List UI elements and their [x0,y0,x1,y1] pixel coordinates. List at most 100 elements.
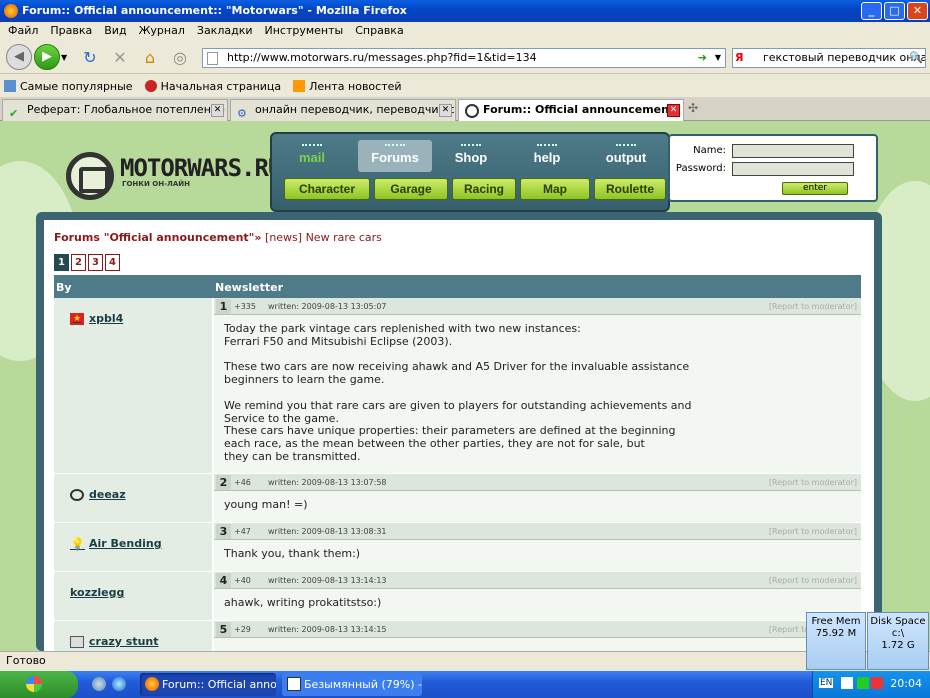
site-header: MOTORWARS.RU ГОНКИ ОН-ЛАЙН mail Forums S… [40,130,882,214]
translator-icon: ⚙ [237,107,247,120]
report-link[interactable]: [Report to moderator] [769,478,857,487]
tab-close-icon[interactable]: ✕ [667,104,680,117]
nav-roulette-button[interactable]: Roulette [594,178,666,200]
page-2[interactable]: 2 [71,254,86,271]
menu-bookmarks[interactable]: Закладки [191,22,259,40]
post-author[interactable]: crazy stunt [70,635,159,648]
quicklaunch-desktop-icon[interactable] [92,677,106,691]
nav-racing-button[interactable]: Racing [452,178,516,200]
taskbar-firefox[interactable]: Forum:: Official anno... [140,673,276,696]
star-icon: ★ [70,312,84,325]
password-input[interactable] [732,162,854,176]
taskbar-item-label: Безымянный (79%) -... [304,678,422,691]
post-text: Today the park vintage cars replenished … [224,322,692,463]
menu-history[interactable]: Журнал [133,22,191,40]
reload-icon[interactable]: ↻ [80,48,100,68]
maximize-button[interactable]: □ [884,2,905,20]
report-link[interactable]: [Report to moderator] [769,302,857,311]
search-icon[interactable]: 🔍 [909,49,923,67]
new-tab-icon[interactable]: ✣ [688,101,698,115]
clock[interactable]: 20:04 [890,677,922,690]
spiral-icon [70,488,84,501]
bookmark-popular[interactable]: Самые популярные [4,80,133,93]
post-author[interactable]: 💡 Air Bending [70,537,162,550]
disk-space-widget: Disk Space c:\ 1.72 G [867,612,929,670]
quicklaunch-ie-icon[interactable] [112,677,126,691]
minimize-button[interactable]: _ [861,2,882,20]
menu-edit[interactable]: Правка [44,22,98,40]
author-name[interactable]: xpbl4 [89,312,123,325]
language-indicator[interactable]: EN [819,678,834,688]
nav-output[interactable]: output [586,140,666,172]
posts-table: By Newsletter ★ xpbl4 1 +335 written: 20… [54,275,861,651]
post-text: young man! =) [224,498,308,511]
nav-shop[interactable]: Shop [434,140,508,172]
post-author[interactable]: ★ xpbl4 [70,312,123,325]
author-name[interactable]: kozzlegg [70,586,124,599]
tab-label: Forum:: Official announcement: "... [483,103,684,116]
yandex-icon[interactable]: Я [735,49,743,67]
address-bar[interactable]: http://www.motorwars.ru/messages.php?fid… [202,48,726,68]
site-logo-text[interactable]: MOTORWARS.RU [120,154,282,182]
post-date: written: 2009-08-13 13:14:13 [268,576,387,585]
history-dropdown-icon[interactable]: ▼ [61,53,67,62]
tab-close-icon[interactable]: ✕ [211,104,224,117]
post-header: 5 +29 written: 2009-08-13 13:14:15 [Repo… [214,621,861,638]
motorwars-favicon-icon [465,104,479,118]
url-text: http://www.motorwars.ru/messages.php?fid… [227,51,537,64]
post-author[interactable]: kozzlegg [70,586,124,599]
name-input[interactable] [732,144,854,158]
author-name[interactable]: Air Bending [89,537,162,550]
page-1[interactable]: 1 [54,254,69,271]
menu-view[interactable]: Вид [98,22,132,40]
post-author[interactable]: deeaz [70,488,126,501]
nav-garage-button[interactable]: Garage [374,178,448,200]
nav-mail[interactable]: mail [276,140,348,172]
tab-label: онлайн переводчик, переводчик с а... [255,103,456,116]
tray-green-icon[interactable] [857,677,869,689]
page-3[interactable]: 3 [88,254,103,271]
close-window-button[interactable]: ✕ [907,2,928,20]
menu-tools[interactable]: Инструменты [259,22,350,40]
bookmark-home[interactable]: Начальная страница [144,80,281,93]
nav-forums[interactable]: Forums [358,140,432,172]
go-arrow-icon[interactable]: ➜ [698,49,707,67]
table-row: 💡 Air Bending 3 +47 written: 2009-08-13 … [54,523,861,572]
nav-character-button[interactable]: Character [284,178,370,200]
bookmark-news[interactable]: Лента новостей [293,80,402,93]
forward-button[interactable]: ▶ [34,44,60,70]
home-icon[interactable]: ⌂ [140,48,160,68]
tab-close-icon[interactable]: ✕ [439,104,452,117]
motorwars-logo-icon[interactable] [66,152,114,200]
nav-help[interactable]: help [510,140,584,172]
back-button[interactable]: ◀ [6,44,32,70]
tab-translator[interactable]: ⚙ онлайн переводчик, переводчик с а... ✕ [230,99,456,121]
page-4[interactable]: 4 [105,254,120,271]
paint-icon [287,677,301,691]
report-link[interactable]: [Report to moderator] [769,576,857,585]
url-dropdown-icon[interactable]: ▼ [715,49,721,67]
post-number: 3 [216,524,231,539]
menu-file[interactable]: Файл [2,22,44,40]
addon-icon[interactable]: ◎ [170,48,190,68]
menu-help[interactable]: Справка [349,22,409,40]
tab-forum[interactable]: Forum:: Official announcement: "... ✕ [458,99,684,121]
nav-map-button[interactable]: Map [520,178,590,200]
taskbar: Forum:: Official anno... Безымянный (79%… [0,671,930,698]
author-name[interactable]: crazy stunt [89,635,159,648]
stop-icon[interactable]: ✕ [110,48,130,68]
report-link[interactable]: [Report to moderator] [769,527,857,536]
tab-referat[interactable]: ✔ Реферат: Глобальное потепление - "... … [2,99,228,121]
post-text: ahawk, writing prokatitstso:) [224,596,382,609]
author-name[interactable]: deeaz [89,488,126,501]
breadcrumb-forum-link[interactable]: Forums "Official announcement" [54,231,254,244]
tray-red-icon[interactable] [871,677,883,689]
post-date: written: 2009-08-13 13:08:31 [268,527,387,536]
search-box[interactable]: Я гекстовый переводчик онлайн 🔍 [732,48,926,68]
forum-panel: Forums "Official announcement"» [news] N… [44,220,874,651]
tray-icon[interactable] [841,677,853,689]
post-date: written: 2009-08-13 13:07:58 [268,478,387,487]
start-button[interactable] [0,671,78,698]
enter-button[interactable]: enter [782,182,848,195]
taskbar-paint[interactable]: Безымянный (79%) -... [282,673,422,696]
